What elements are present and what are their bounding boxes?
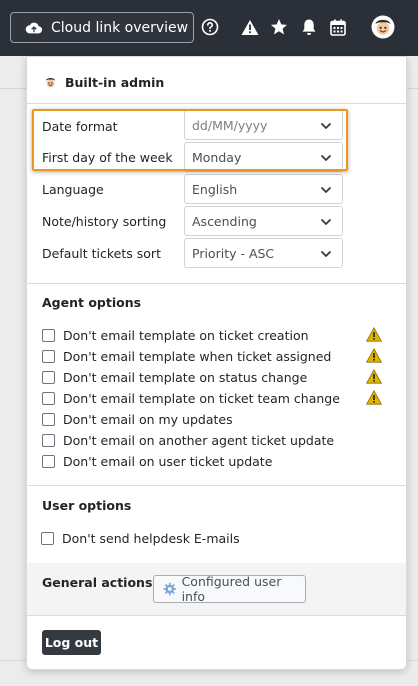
divider bbox=[27, 615, 406, 616]
chevron-down-icon bbox=[321, 187, 331, 193]
logout-button[interactable]: Log out bbox=[42, 630, 101, 655]
help-icon[interactable] bbox=[200, 17, 220, 37]
agent-option-label: Don't email template on ticket creation bbox=[63, 328, 309, 343]
warning-icon bbox=[366, 369, 382, 384]
highlight-box bbox=[32, 109, 348, 171]
note-history-sorting-select[interactable]: Ascending bbox=[184, 206, 343, 236]
checkbox[interactable] bbox=[42, 434, 55, 447]
user-preferences-dropdown: Built-in admin Date format dd/MM/yyyy Fi… bbox=[26, 56, 407, 670]
checkbox[interactable] bbox=[42, 329, 55, 342]
agent-option-row[interactable]: Don't email template on status change bbox=[42, 370, 307, 385]
checkbox[interactable] bbox=[42, 371, 55, 384]
cloud-icon bbox=[25, 22, 43, 33]
warning-icon bbox=[366, 327, 382, 342]
default-tickets-sort-select[interactable]: Priority - ASC bbox=[184, 238, 343, 268]
user-avatar-icon bbox=[43, 75, 58, 90]
star-icon[interactable] bbox=[269, 17, 289, 37]
note-history-sorting-value: Ascending bbox=[192, 213, 257, 229]
agent-option-row[interactable]: Don't email template on ticket team chan… bbox=[42, 391, 340, 406]
logout-label: Log out bbox=[44, 635, 99, 650]
divider bbox=[27, 485, 406, 486]
divider bbox=[27, 283, 406, 284]
chevron-down-icon bbox=[321, 251, 331, 257]
bell-icon[interactable] bbox=[299, 17, 319, 37]
warning-icon bbox=[366, 390, 382, 405]
agent-option-label: Don't email template on status change bbox=[63, 370, 308, 385]
agent-option-label: Don't email template on ticket team chan… bbox=[63, 391, 340, 406]
checkbox[interactable] bbox=[42, 413, 55, 426]
calendar-icon[interactable] bbox=[328, 17, 348, 37]
checkbox[interactable] bbox=[42, 350, 55, 363]
agent-option-row[interactable]: Don't email on another agent ticket upda… bbox=[42, 433, 334, 448]
warning-icon[interactable] bbox=[240, 17, 260, 37]
agent-option-row[interactable]: Don't email on user ticket update bbox=[42, 454, 272, 469]
default-tickets-sort-label: Default tickets sort bbox=[42, 246, 161, 261]
gear-icon bbox=[163, 582, 177, 596]
agent-option-label: Don't email on another agent ticket upda… bbox=[63, 433, 335, 448]
configured-user-info-button[interactable]: Configured user info bbox=[153, 574, 306, 604]
language-select[interactable]: English bbox=[184, 174, 343, 204]
user-avatar[interactable] bbox=[371, 15, 395, 39]
agent-option-row[interactable]: Don't email template when ticket assigne… bbox=[42, 349, 331, 364]
note-history-sorting-label: Note/history sorting bbox=[42, 214, 167, 229]
default-tickets-sort-value: Priority - ASC bbox=[192, 245, 275, 261]
agent-option-label: Don't email template when ticket assigne… bbox=[63, 349, 332, 364]
user-option-row[interactable]: Don't send helpdesk E-mails bbox=[41, 531, 240, 546]
agent-option-row[interactable]: Don't email on my updates bbox=[42, 412, 233, 427]
user-name: Built-in admin bbox=[65, 75, 165, 90]
cloud-link-overview-button[interactable]: Cloud link overview bbox=[10, 12, 194, 43]
agent-option-row[interactable]: Don't email template on ticket creation bbox=[42, 328, 309, 343]
user-options-title: User options bbox=[42, 498, 132, 513]
current-user: Built-in admin bbox=[43, 75, 164, 90]
configured-user-info-label: Configured user info bbox=[181, 574, 282, 604]
language-value: English bbox=[192, 181, 238, 197]
chevron-down-icon bbox=[321, 219, 331, 225]
divider bbox=[27, 103, 406, 104]
cloud-link-overview-label: Cloud link overview bbox=[51, 19, 189, 36]
agent-option-label: Don't email on my updates bbox=[63, 412, 233, 427]
agent-options-title: Agent options bbox=[42, 295, 142, 310]
top-navbar: Cloud link overview bbox=[0, 0, 418, 56]
user-option-label: Don't send helpdesk E-mails bbox=[62, 531, 240, 546]
warning-icon bbox=[366, 348, 382, 363]
general-actions-title: General actions bbox=[42, 575, 153, 590]
agent-option-label: Don't email on user ticket update bbox=[63, 454, 273, 469]
checkbox[interactable] bbox=[42, 392, 55, 405]
checkbox[interactable] bbox=[42, 455, 55, 468]
checkbox[interactable] bbox=[41, 532, 54, 545]
language-label: Language bbox=[42, 182, 104, 197]
